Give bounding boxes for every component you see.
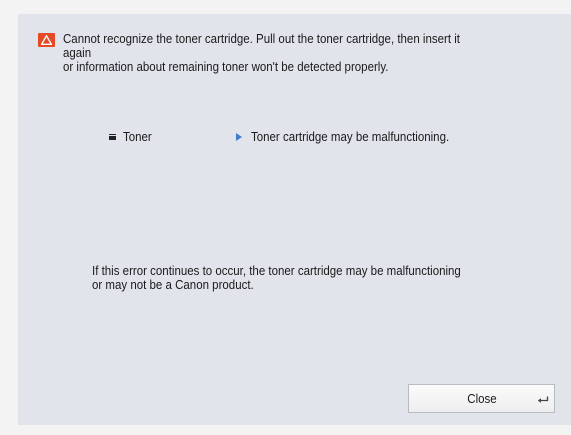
close-button[interactable]: Close bbox=[408, 384, 555, 413]
error-message-text: Cannot recognize the toner cartridge. Pu… bbox=[63, 32, 460, 74]
toner-icon bbox=[109, 134, 116, 140]
error-note: If this error continues to occur, the to… bbox=[92, 264, 461, 292]
error-dialog: Cannot recognize the toner cartridge. Pu… bbox=[18, 14, 571, 425]
arrow-right-icon bbox=[236, 133, 242, 141]
toner-item: Toner bbox=[109, 130, 154, 144]
toner-status: Toner cartridge may be malfunctioning. bbox=[236, 130, 466, 144]
toner-label: Toner bbox=[123, 130, 152, 144]
status-row: Toner Toner cartridge may be malfunction… bbox=[18, 130, 571, 146]
close-button-label: Close bbox=[466, 391, 497, 406]
warning-triangle-icon bbox=[38, 33, 55, 47]
return-icon bbox=[537, 394, 549, 408]
toner-status-text: Toner cartridge may be malfunctioning. bbox=[251, 130, 450, 144]
error-message: Cannot recognize the toner cartridge. Pu… bbox=[38, 32, 503, 74]
